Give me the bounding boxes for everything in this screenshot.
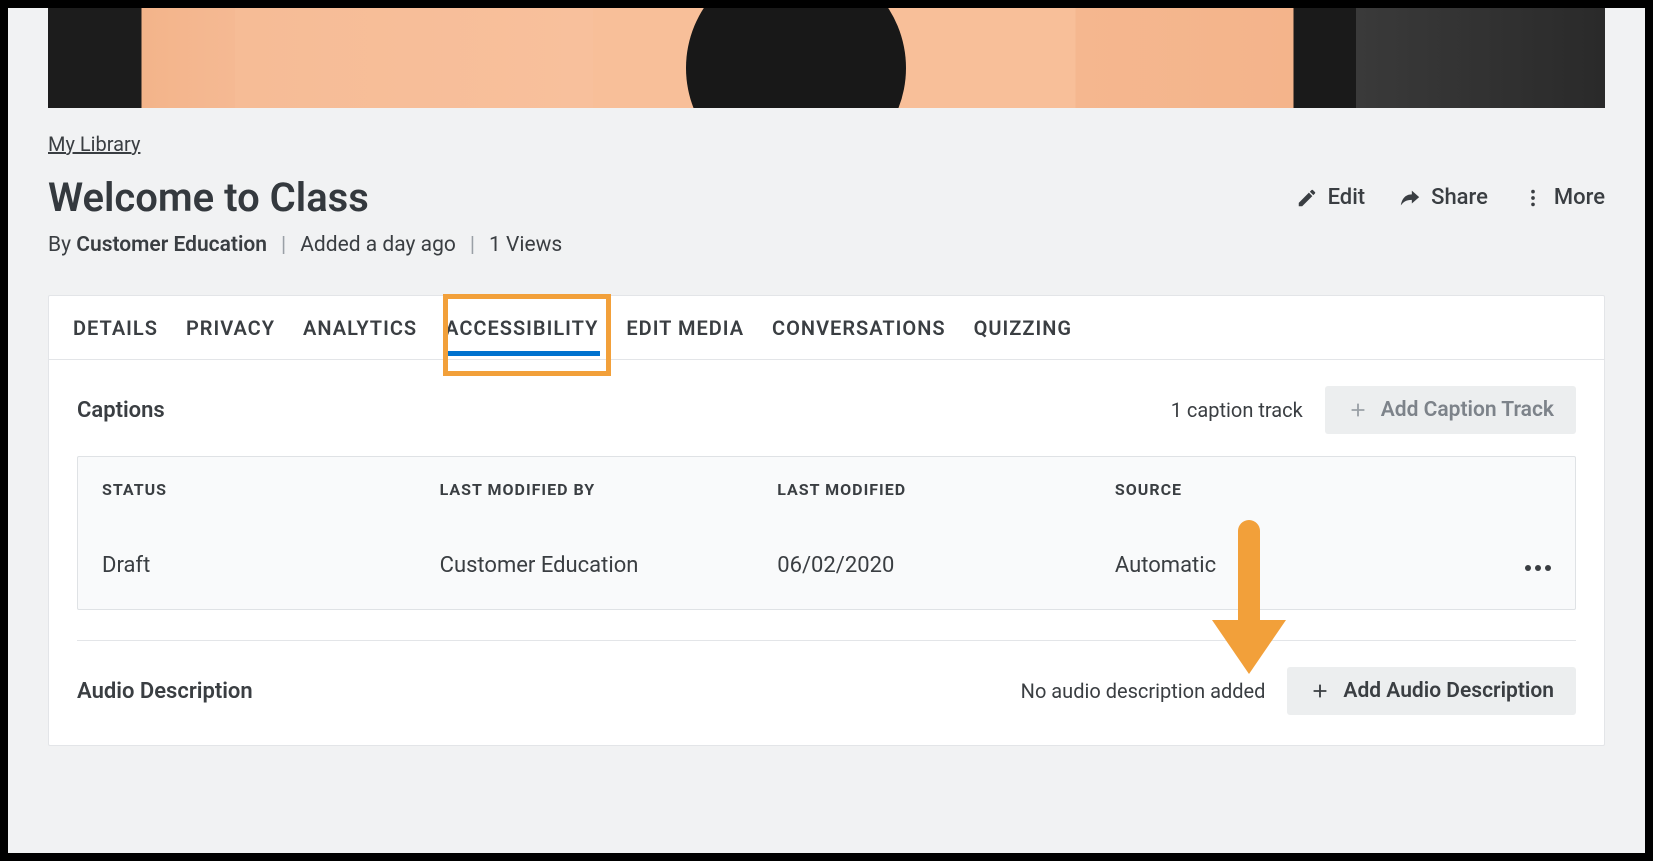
col-modified-by: LAST MODIFIED BY xyxy=(440,480,778,499)
audio-description-heading: Audio Description xyxy=(77,679,253,704)
tab-privacy[interactable]: Privacy xyxy=(172,296,289,360)
tab-analytics[interactable]: Analytics xyxy=(289,296,431,360)
added-time: Added a day ago xyxy=(300,233,456,257)
add-caption-track-button[interactable]: Add Caption Track xyxy=(1325,386,1576,434)
captions-heading: Captions xyxy=(77,398,165,423)
cell-modified: 06/02/2020 xyxy=(777,553,1115,578)
plus-icon xyxy=(1309,680,1331,702)
plus-icon xyxy=(1347,399,1369,421)
breadcrumb-my-library[interactable]: My Library xyxy=(48,132,140,156)
cell-modified-by: Customer Education xyxy=(440,553,778,578)
add-audio-description-button[interactable]: Add Audio Description xyxy=(1287,667,1576,715)
col-source: SOURCE xyxy=(1115,480,1481,499)
col-modified: LAST MODIFIED xyxy=(777,480,1115,499)
tab-bar: Details Privacy Analytics Accessibility … xyxy=(49,296,1604,360)
table-row[interactable]: Draft Customer Education 06/02/2020 Auto… xyxy=(78,521,1575,609)
author-name: Customer Education xyxy=(76,233,267,257)
tab-edit-media[interactable]: Edit Media xyxy=(612,296,758,360)
edit-button[interactable]: Edit xyxy=(1296,185,1366,210)
col-status: STATUS xyxy=(102,480,440,499)
add-caption-track-label: Add Caption Track xyxy=(1381,398,1554,422)
tab-conversations[interactable]: Conversations xyxy=(758,296,960,360)
more-button[interactable]: More xyxy=(1522,185,1605,210)
edit-label: Edit xyxy=(1328,185,1366,210)
share-button[interactable]: Share xyxy=(1399,185,1488,210)
share-label: Share xyxy=(1431,185,1488,210)
separator: | xyxy=(281,233,286,257)
share-arrow-icon xyxy=(1399,187,1421,209)
page-title: Welcome to Class xyxy=(48,174,369,221)
more-horizontal-icon xyxy=(1525,565,1531,571)
captions-table: STATUS LAST MODIFIED BY LAST MODIFIED SO… xyxy=(77,456,1576,610)
view-count: 1 Views xyxy=(489,233,562,257)
pencil-icon xyxy=(1296,187,1318,209)
more-label: More xyxy=(1554,185,1605,210)
tab-quizzing[interactable]: Quizzing xyxy=(960,296,1086,360)
row-more-button[interactable] xyxy=(1525,565,1551,571)
by-prefix: By xyxy=(48,233,71,257)
content-panel: Details Privacy Analytics Accessibility … xyxy=(48,295,1605,746)
cell-status: Draft xyxy=(102,553,440,578)
cell-source: Automatic xyxy=(1115,553,1481,578)
tab-accessibility[interactable]: Accessibility xyxy=(431,296,612,360)
tab-details[interactable]: Details xyxy=(59,296,172,360)
caption-track-count: 1 caption track xyxy=(1171,398,1303,422)
header-actions: Edit Share More xyxy=(1296,185,1605,210)
more-vertical-icon xyxy=(1522,187,1544,209)
video-thumbnail[interactable] xyxy=(48,8,1605,108)
separator: | xyxy=(470,233,475,257)
add-audio-description-label: Add Audio Description xyxy=(1343,679,1554,703)
audio-empty-text: No audio description added xyxy=(1021,679,1266,703)
meta-row: By Customer Education | Added a day ago … xyxy=(48,233,1605,257)
